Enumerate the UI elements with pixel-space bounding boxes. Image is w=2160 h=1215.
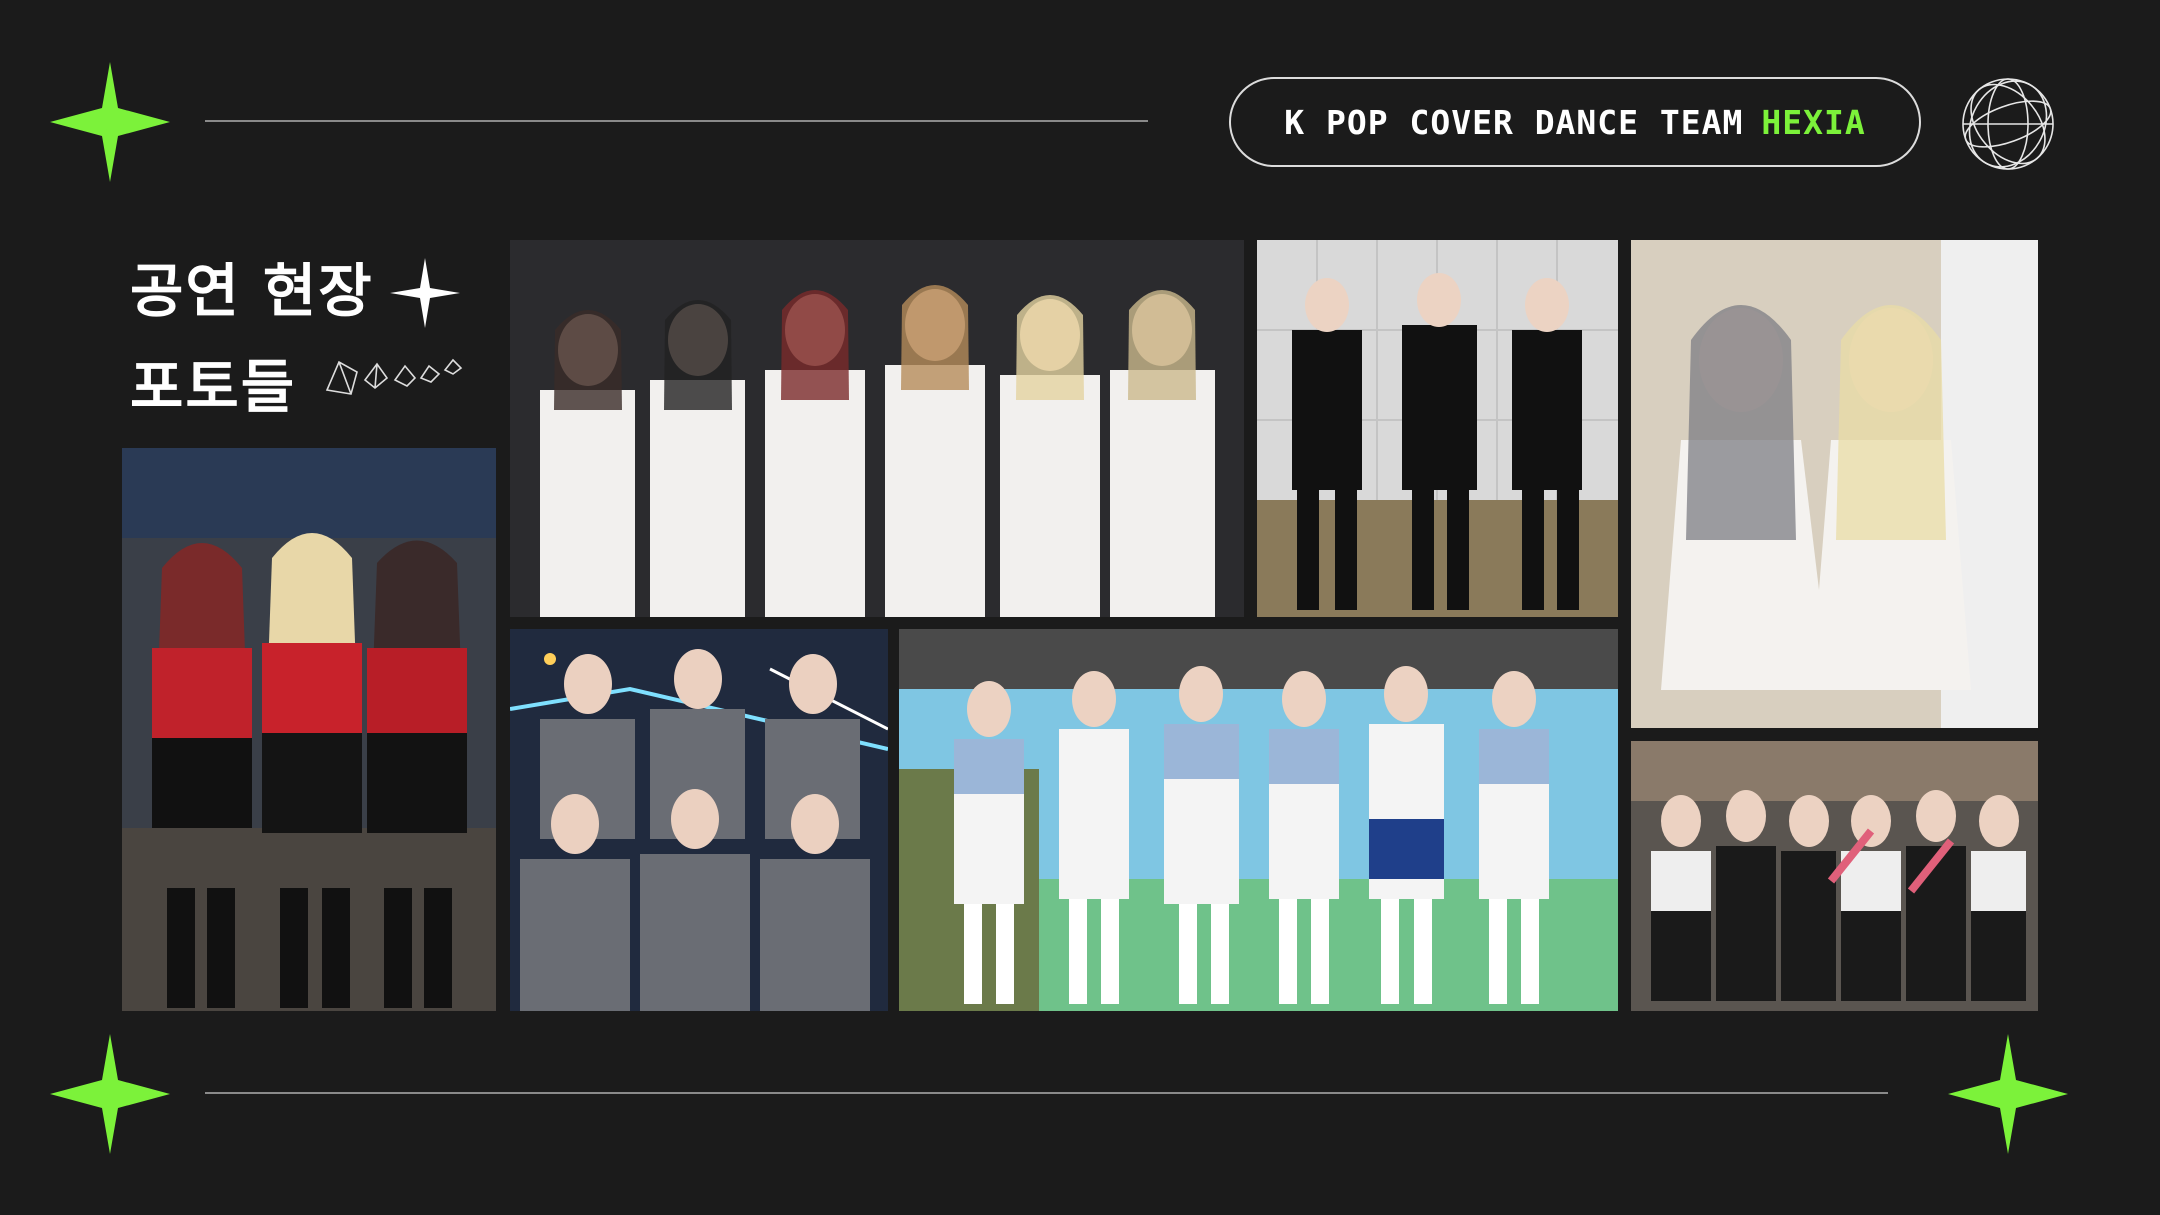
photo-street-group-flowers xyxy=(1631,741,2038,1011)
photo-red-black-trio xyxy=(122,448,496,1011)
team-name: HEXIA xyxy=(1761,102,1866,142)
photo-school-uniform-night xyxy=(510,629,888,1011)
section-title-line2: 포토들 xyxy=(130,353,297,421)
globe-icon xyxy=(1962,78,2054,170)
section-title-line1: 공연 현장 xyxy=(130,257,374,325)
gem-decoration-icon xyxy=(325,358,463,395)
sparkle-icon-bottom-right xyxy=(1948,1034,2068,1154)
photo-outdoor-stage-group xyxy=(899,629,1618,1011)
photo-white-dress-duo xyxy=(1631,240,2038,728)
team-title-prefix: K POP COVER DANCE TEAM xyxy=(1284,102,1744,142)
photo-white-outfit-group xyxy=(510,240,1244,617)
photo-black-outfit-salute xyxy=(1257,240,1618,617)
sparkle-icon-top-left xyxy=(50,62,170,182)
sparkle-icon-bottom-left xyxy=(50,1034,170,1154)
bottom-divider xyxy=(205,1092,1888,1094)
title-sparkle-icon xyxy=(390,258,460,328)
top-divider xyxy=(205,120,1148,122)
team-title-pill: K POP COVER DANCE TEAM HEXIA xyxy=(1229,77,1921,167)
